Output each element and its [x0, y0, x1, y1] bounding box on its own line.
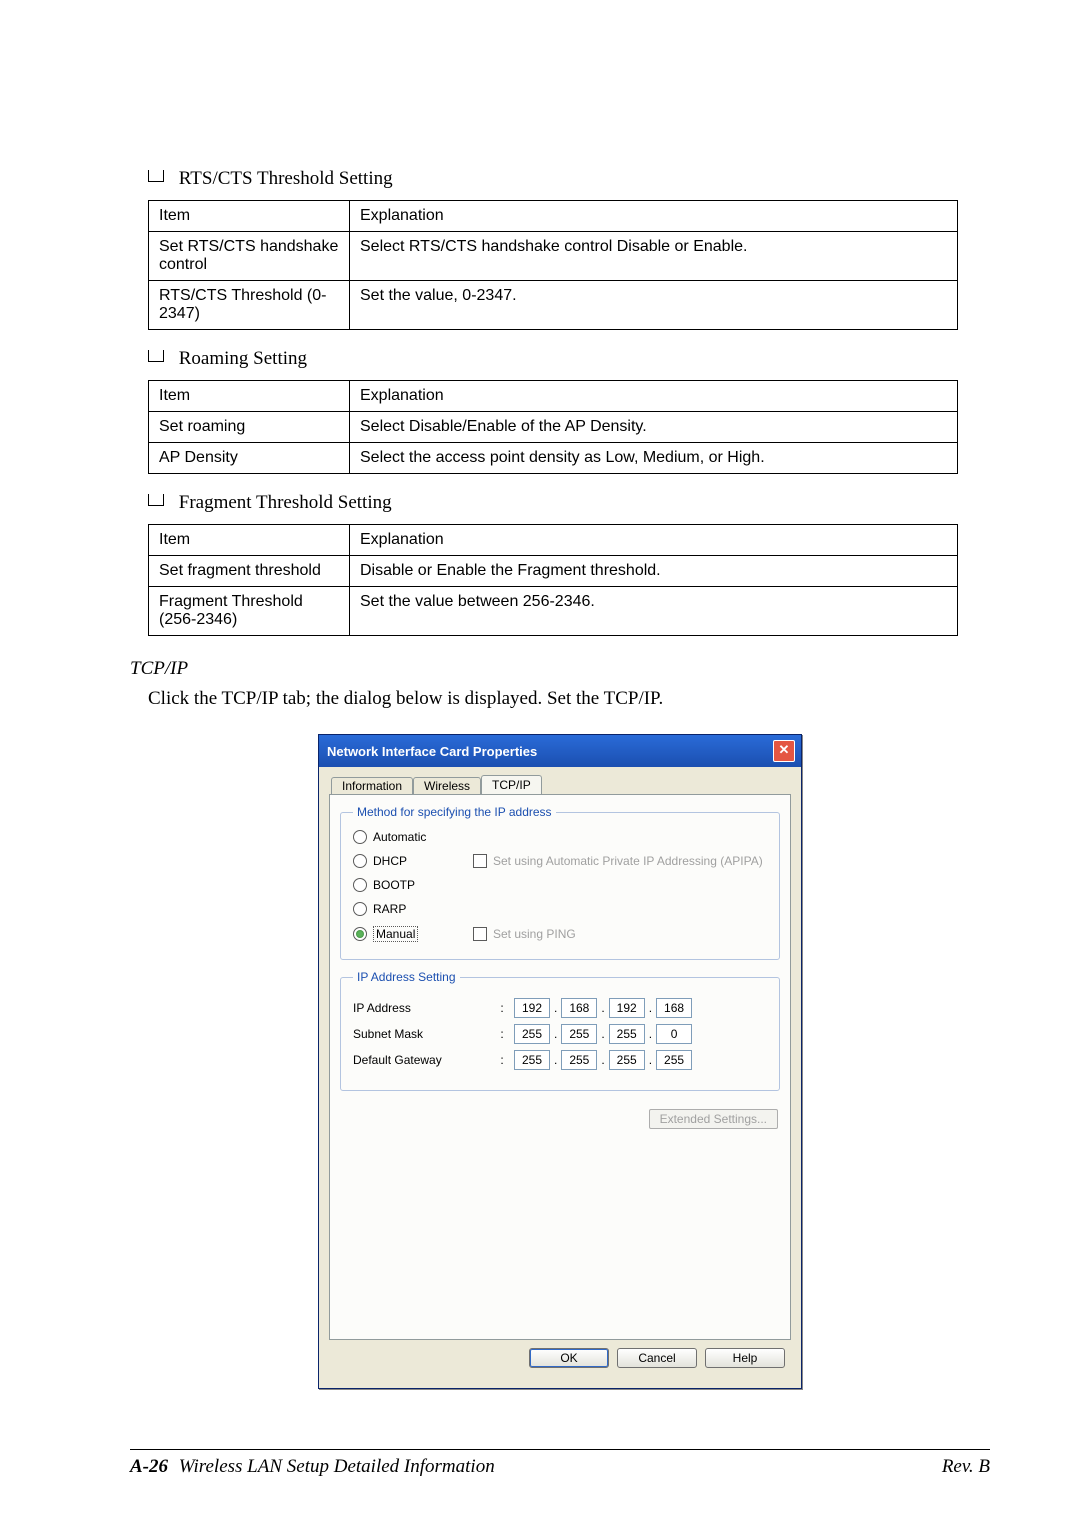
gw-octet[interactable]: 255 [561, 1050, 597, 1070]
gw-octet[interactable]: 255 [609, 1050, 645, 1070]
radio-icon [353, 878, 367, 892]
radio-label: Manual [373, 926, 418, 942]
dialog-title: Network Interface Card Properties [327, 744, 537, 759]
page-number: A-26 [130, 1456, 168, 1477]
check-label: Set using Automatic Private IP Addressin… [493, 854, 763, 868]
th-expl: Explanation [350, 381, 958, 412]
check-apipa[interactable]: Set using Automatic Private IP Addressin… [473, 854, 769, 868]
dialog-buttons: OK Cancel Help [329, 1340, 791, 1378]
mask-octet[interactable]: 255 [609, 1024, 645, 1044]
help-button[interactable]: Help [705, 1348, 785, 1368]
td: Select RTS/CTS handshake control Disable… [350, 232, 958, 281]
radio-bootp[interactable]: BOOTP [353, 878, 473, 892]
check-ping[interactable]: Set using PING [473, 927, 769, 941]
radio-label: BOOTP [373, 878, 415, 892]
legend-method: Method for specifying the IP address [353, 805, 556, 819]
td: Set the value, 0-2347. [350, 281, 958, 330]
row-ip-address: IP Address : 192. 168. 192. 168 [353, 998, 769, 1018]
gw-octet[interactable]: 255 [514, 1050, 550, 1070]
mask-octet[interactable]: 0 [656, 1024, 692, 1044]
radio-automatic[interactable]: Automatic [353, 830, 473, 844]
th-expl: Explanation [350, 525, 958, 556]
heading-text: Fragment Threshold Setting [179, 492, 392, 513]
radio-rarp[interactable]: RARP [353, 902, 473, 916]
th-item: Item [149, 381, 350, 412]
radio-dhcp[interactable]: DHCP [353, 854, 473, 868]
close-icon[interactable]: ✕ [773, 740, 795, 762]
extended-settings-button[interactable]: Extended Settings... [649, 1109, 778, 1129]
radio-label: Automatic [373, 830, 426, 844]
th-expl: Explanation [350, 201, 958, 232]
radio-icon [353, 830, 367, 844]
label-mask: Subnet Mask [353, 1027, 493, 1041]
colon: : [493, 1027, 511, 1041]
heading-text: RTS/CTS Threshold Setting [179, 168, 393, 189]
ip-octet[interactable]: 168 [656, 998, 692, 1018]
heading-text: Roaming Setting [179, 348, 307, 369]
radio-label: DHCP [373, 854, 407, 868]
label-gw: Default Gateway [353, 1053, 493, 1067]
row-default-gateway: Default Gateway : 255. 255. 255. 255 [353, 1050, 769, 1070]
footer-rev: Rev. B [942, 1456, 990, 1478]
td: Disable or Enable the Fragment threshold… [350, 556, 958, 587]
tab-panel: Method for specifying the IP address Aut… [329, 794, 791, 1340]
table-fragment: ItemExplanation Set fragment thresholdDi… [148, 524, 958, 636]
tabs: Information Wireless TCP/IP [329, 775, 791, 795]
page-footer: A-26 Wireless LAN Setup Detailed Informa… [130, 1449, 990, 1478]
bullet-icon [148, 350, 164, 362]
th-item: Item [149, 525, 350, 556]
table-rts: ItemExplanation Set RTS/CTS handshake co… [148, 200, 958, 330]
mask-octet[interactable]: 255 [561, 1024, 597, 1044]
td: RTS/CTS Threshold (0-2347) [149, 281, 350, 330]
ip-octet[interactable]: 192 [609, 998, 645, 1018]
mask-octet[interactable]: 255 [514, 1024, 550, 1044]
td: Fragment Threshold (256-2346) [149, 587, 350, 636]
gw-octet[interactable]: 255 [656, 1050, 692, 1070]
tab-tcpip[interactable]: TCP/IP [481, 775, 542, 795]
footer-left: A-26 Wireless LAN Setup Detailed Informa… [130, 1456, 495, 1478]
table-roaming: ItemExplanation Set roamingSelect Disabl… [148, 380, 958, 474]
colon: : [493, 1053, 511, 1067]
td: Select the access point density as Low, … [350, 443, 958, 474]
td: Set roaming [149, 412, 350, 443]
checkbox-icon [473, 854, 487, 868]
tcpip-instruction: Click the TCP/IP tab; the dialog below i… [148, 688, 990, 710]
ip-octet[interactable]: 168 [561, 998, 597, 1018]
row-subnet-mask: Subnet Mask : 255. 255. 255. 0 [353, 1024, 769, 1044]
radio-icon [353, 927, 367, 941]
fieldset-method: Method for specifying the IP address Aut… [340, 805, 780, 960]
bullet-icon [148, 170, 164, 182]
radio-icon [353, 854, 367, 868]
checkbox-icon [473, 927, 487, 941]
td: Set RTS/CTS handshake control [149, 232, 350, 281]
check-label: Set using PING [493, 927, 576, 941]
titlebar: Network Interface Card Properties ✕ [319, 735, 801, 767]
td: Set fragment threshold [149, 556, 350, 587]
legend-ip: IP Address Setting [353, 970, 460, 984]
dialog-nic-properties: Network Interface Card Properties ✕ Info… [318, 734, 802, 1389]
td: Select Disable/Enable of the AP Density. [350, 412, 958, 443]
radio-label: RARP [373, 902, 406, 916]
heading-rts: RTS/CTS Threshold Setting [148, 168, 990, 190]
colon: : [493, 1001, 511, 1015]
cancel-button[interactable]: Cancel [617, 1348, 697, 1368]
ip-octet[interactable]: 192 [514, 998, 550, 1018]
td: Set the value between 256-2346. [350, 587, 958, 636]
radio-icon [353, 902, 367, 916]
ok-button[interactable]: OK [529, 1348, 609, 1368]
label-ip: IP Address [353, 1001, 493, 1015]
radio-manual[interactable]: Manual [353, 926, 473, 942]
heading-fragment: Fragment Threshold Setting [148, 492, 990, 514]
footer-title: Wireless LAN Setup Detailed Information [179, 1456, 495, 1477]
section-tcpip-title: TCP/IP [130, 658, 990, 680]
bullet-icon [148, 494, 164, 506]
th-item: Item [149, 201, 350, 232]
td: AP Density [149, 443, 350, 474]
fieldset-ip: IP Address Setting IP Address : 192. 168… [340, 970, 780, 1091]
heading-roaming: Roaming Setting [148, 348, 990, 370]
